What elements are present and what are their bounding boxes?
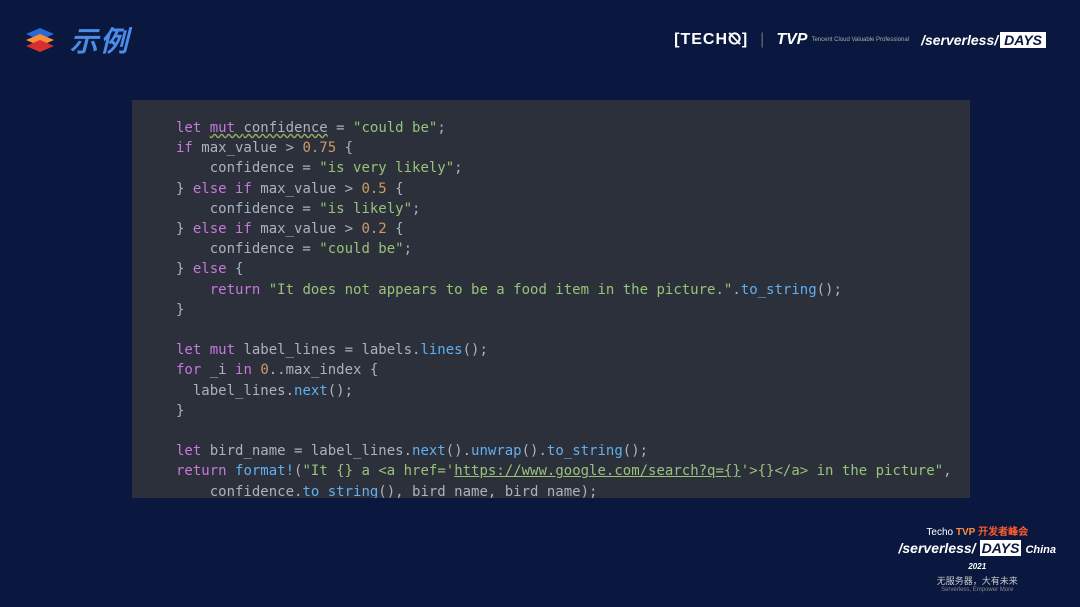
- tvp-text: TVP: [776, 31, 807, 49]
- footer-serverless: /serverless/: [899, 540, 976, 556]
- title-block: 示例: [24, 20, 130, 60]
- footer-badge: Techo TVP 开发者峰会 /serverless/DAYSChina202…: [899, 523, 1057, 593]
- footer-slogan-cn: 无服务器，大有未来: [899, 574, 1057, 587]
- footer-days: DAYS: [980, 540, 1022, 556]
- footer-summit: 开发者峰会: [978, 527, 1028, 538]
- separator-icon: |: [760, 31, 764, 49]
- serverless-logo: /serverless/DAYS: [921, 32, 1046, 48]
- footer-line2: /serverless/DAYSChina2021: [899, 540, 1057, 572]
- code-block[interactable]: let mut confidence = "could be"; if max_…: [132, 100, 970, 498]
- brand-row: TECH⦰ | TVP Tencent Cloud Valuable Profe…: [674, 31, 1046, 49]
- stack-icon: [24, 26, 56, 54]
- serverless-text: /serverless/: [921, 32, 998, 48]
- header-bar: 示例 TECH⦰ | TVP Tencent Cloud Valuable Pr…: [0, 0, 1080, 62]
- footer-techo: Techo: [926, 527, 953, 538]
- page-title: 示例: [70, 20, 130, 60]
- footer-line1: Techo TVP 开发者峰会: [899, 523, 1057, 538]
- tvp-subtitle: Tencent Cloud Valuable Professional: [811, 37, 909, 43]
- footer-slogan-en: Serverless, Empower More: [899, 587, 1057, 593]
- days-badge: DAYS: [1000, 32, 1046, 48]
- tvp-logo: TVP Tencent Cloud Valuable Professional: [776, 31, 909, 49]
- techo-logo: TECH⦰: [674, 31, 748, 49]
- footer-tvp: TVP: [956, 527, 975, 538]
